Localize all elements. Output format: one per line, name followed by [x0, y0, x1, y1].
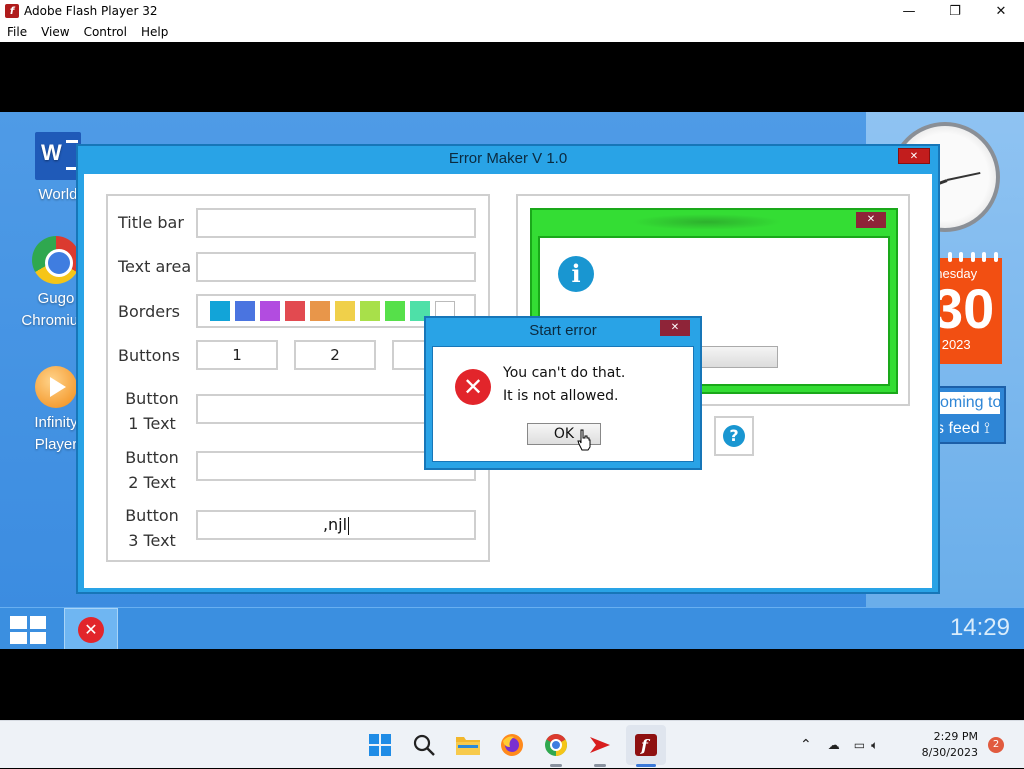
border-color-swatch[interactable] — [260, 301, 280, 321]
text-caret — [348, 516, 350, 535]
app-launcher-icon[interactable] — [586, 731, 614, 759]
label-button1-text: Button 1 Text — [125, 389, 179, 433]
error-maker-close-button[interactable]: ✕ — [898, 148, 930, 164]
search-icon[interactable] — [410, 731, 438, 759]
border-color-swatch[interactable] — [360, 301, 380, 321]
system-tray: ⌃ ☁ ▭ 🔈︎ — [800, 721, 878, 769]
system-time: 2:29 PM — [933, 730, 978, 743]
border-color-swatch[interactable] — [235, 301, 255, 321]
firefox-icon[interactable] — [498, 731, 526, 759]
menubar: File View Control Help — [0, 22, 1024, 42]
flash-icon: f — [5, 4, 19, 18]
network-icon[interactable]: ▭ — [854, 738, 865, 752]
menu-control[interactable]: Control — [77, 25, 134, 39]
feed-label: s feed — [936, 420, 980, 437]
error-maker-title: Error Maker V 1.0 — [448, 150, 568, 167]
preview-close-icon: ✕ — [856, 212, 886, 228]
dialog-message-line2: It is not allowed. — [503, 388, 619, 404]
dialog-close-button[interactable]: ✕ — [660, 320, 690, 336]
minimize-button[interactable]: — — [886, 0, 932, 22]
hand-cursor-icon — [577, 429, 591, 451]
text-area-input[interactable] — [196, 252, 476, 282]
label-button2-text: Button 2 Text — [125, 448, 179, 492]
rss-icon: ⟟ — [984, 420, 990, 437]
dialog-title: Start error — [529, 322, 597, 339]
label-button3-text: Button 3 Text — [125, 506, 179, 550]
maximize-button[interactable]: ❐ — [932, 0, 978, 22]
menu-help[interactable]: Help — [134, 25, 175, 39]
flash-player-icon[interactable]: f — [632, 731, 660, 759]
border-color-swatch[interactable] — [310, 301, 330, 321]
stage-taskbar: ✕ 14:29 — [0, 607, 1024, 649]
button-count-1[interactable]: 1 — [196, 340, 278, 370]
word-icon: W — [35, 132, 81, 180]
system-clock[interactable]: 2:29 PM 8/30/2023 — [922, 729, 978, 761]
windows-start-icon[interactable] — [366, 731, 394, 759]
feed-gadget[interactable]: coming to s feed ⟟ — [930, 386, 1006, 444]
label-borders: Borders — [118, 302, 180, 321]
cloud-offline-icon[interactable]: ☁ — [828, 738, 840, 752]
info-icon[interactable]: i — [558, 256, 594, 292]
border-color-swatch[interactable] — [385, 301, 405, 321]
notification-badge[interactable]: 2 — [988, 737, 1004, 753]
chrome-icon — [32, 236, 80, 284]
question-icon: ? — [723, 425, 745, 447]
taskbar-error-button[interactable]: ✕ — [64, 608, 118, 649]
system-date: 8/30/2023 — [921, 746, 978, 759]
error-icon: ✕ — [455, 369, 491, 405]
app-title: Adobe Flash Player 32 — [24, 4, 158, 18]
button-count-2[interactable]: 2 — [294, 340, 376, 370]
menu-file[interactable]: File — [0, 25, 34, 39]
label-title-bar: Title bar — [118, 213, 184, 232]
dialog-message-line1: You can't do that. — [503, 365, 626, 381]
label-buttons: Buttons — [118, 346, 180, 365]
border-color-swatch[interactable] — [210, 301, 230, 321]
chevron-up-icon[interactable]: ⌃ — [800, 737, 812, 753]
feed-headline: coming to — [932, 392, 1000, 414]
window-controls: — ❐ ✕ — [886, 0, 1024, 22]
preview-button — [696, 346, 778, 368]
start-error-dialog: Start error ✕ ✕ You can't do that. It is… — [424, 316, 702, 470]
system-taskbar: f ⌃ ☁ ▭ 🔈︎ 2:29 PM 8/30/2023 2 — [0, 720, 1024, 768]
calendar-day: 30 — [932, 277, 995, 340]
player-icon — [35, 366, 77, 408]
flash-stage: W World Gugo Chromium Infinity Player dn… — [0, 112, 1024, 649]
label-text-area: Text area — [118, 257, 192, 276]
title-bar-input[interactable] — [196, 208, 476, 238]
border-color-swatch[interactable] — [335, 301, 355, 321]
border-color-swatch[interactable] — [285, 301, 305, 321]
button3-text-input[interactable]: ,njl — [196, 510, 476, 540]
error-icon: ✕ — [78, 617, 104, 643]
help-icon-box[interactable]: ? — [714, 416, 754, 456]
stage-clock: 14:29 — [949, 614, 1010, 641]
menu-view[interactable]: View — [34, 25, 76, 39]
dialog-body: ✕ You can't do that. It is not allowed. … — [432, 346, 694, 462]
clock-minute-hand — [946, 171, 981, 181]
start-icon[interactable] — [10, 616, 46, 644]
app-titlebar: f Adobe Flash Player 32 — ❐ ✕ — [0, 0, 1024, 22]
chrome-icon[interactable] — [542, 731, 570, 759]
close-button[interactable]: ✕ — [978, 0, 1024, 22]
volume-icon[interactable]: 🔈︎ — [871, 738, 878, 753]
file-explorer-icon[interactable] — [454, 731, 482, 759]
